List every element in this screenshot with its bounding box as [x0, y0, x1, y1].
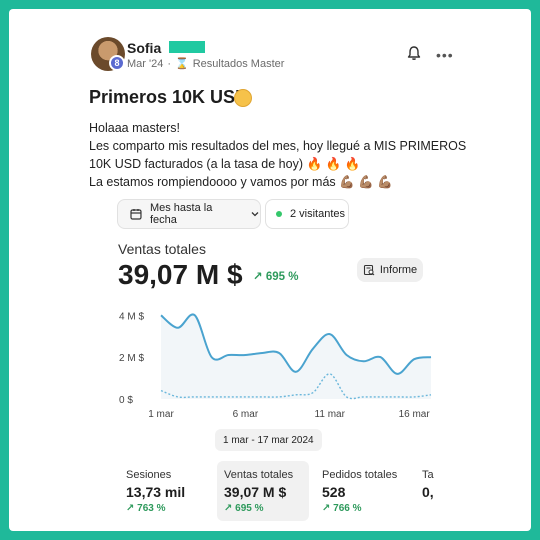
stat-card[interactable]: Sesiones 13,73 mil ↗ 763 %	[119, 461, 211, 521]
stat-card[interactable]: Ta 0,	[415, 461, 435, 521]
stat-label: Pedidos totales	[322, 469, 398, 481]
stat-change: ↗ 763 %	[126, 503, 166, 514]
level-badge: 8	[109, 55, 125, 71]
post-title: Primeros 10K USD	[89, 87, 249, 107]
report-icon	[363, 264, 375, 276]
more-options-icon[interactable]: •••	[436, 47, 454, 63]
y-tick-label: 0 $	[119, 395, 133, 406]
body-line: La estamos rompiendoooo y vamos por más …	[89, 175, 393, 189]
stat-value: 528	[322, 484, 346, 500]
x-tick-label: 1 mar	[148, 409, 174, 420]
post-body: Holaaa masters! Les comparto mis resulta…	[89, 119, 469, 191]
author-name[interactable]: Sofia	[127, 40, 161, 56]
sales-chart: 4 M $ 2 M $ 0 $ 1 mar 6 mar 11 mar 16 mar	[119, 311, 432, 420]
stat-card[interactable]: Pedidos totales 528 ↗ 766 %	[315, 461, 407, 521]
post-card: 8 Sofia Mar '24 · ⌛ Resultados Master ••…	[9, 9, 531, 531]
stat-card[interactable]: Ventas totales 39,07 M $ ↗ 695 %	[217, 461, 309, 521]
stat-label: Sesiones	[126, 469, 172, 481]
y-tick-label: 2 M $	[119, 353, 144, 364]
body-line: Holaaa masters!	[89, 121, 181, 135]
range-label: 1 mar - 17 mar 2024	[215, 429, 322, 451]
summary-cards: Sesiones 13,73 mil ↗ 763 % Ventas totale…	[119, 461, 435, 521]
date-range-label: Mes hasta la fecha	[149, 202, 213, 226]
stat-value: 13,73 mil	[126, 484, 186, 500]
metric-label: Ventas totales	[118, 241, 206, 257]
live-dot-icon	[276, 211, 282, 217]
x-tick-label: 11 mar	[315, 409, 346, 420]
body-line: Les comparto mis resultados del mes, hoy…	[89, 139, 467, 153]
x-tick-label: 6 mar	[233, 409, 259, 420]
community-name[interactable]: Resultados Master	[193, 58, 285, 70]
series-area	[161, 314, 431, 399]
post-date: Mar '24	[127, 57, 164, 70]
stat-value: 0,	[422, 484, 434, 500]
y-tick-label: 4 M $	[119, 311, 144, 322]
body-line: 10K USD facturados (a la tasa de hoy) 🔥 …	[89, 157, 361, 171]
visitors-indicator[interactable]: 2 visitantes	[265, 199, 349, 229]
stat-label: Ventas totales	[224, 469, 294, 481]
visitors-label: 2 visitantes	[290, 208, 346, 220]
report-label: Informe	[379, 264, 418, 276]
report-button[interactable]: Informe	[357, 258, 423, 282]
name-redaction	[169, 41, 205, 53]
stat-label: Ta	[422, 469, 434, 481]
x-tick-label: 16 mar	[399, 409, 431, 420]
stat-value: 39,07 M $	[224, 484, 287, 500]
calendar-icon	[130, 209, 142, 220]
meta-separator: ·	[167, 57, 172, 70]
stat-change: ↗ 766 %	[322, 503, 362, 514]
post-meta: Mar '24 · ⌛ Resultados Master	[127, 57, 285, 71]
stat-change: ↗ 695 %	[224, 503, 264, 514]
metric-change: ↗ 695 %	[253, 271, 299, 283]
smiling-face-emoji	[234, 89, 252, 107]
bell-icon[interactable]	[406, 45, 422, 61]
metric-value: 39,07 M $	[118, 259, 243, 290]
date-range-selector[interactable]: Mes hasta la fecha	[117, 199, 261, 229]
chevron-down-icon	[251, 212, 259, 217]
hourglass-icon: ⌛	[175, 58, 189, 70]
